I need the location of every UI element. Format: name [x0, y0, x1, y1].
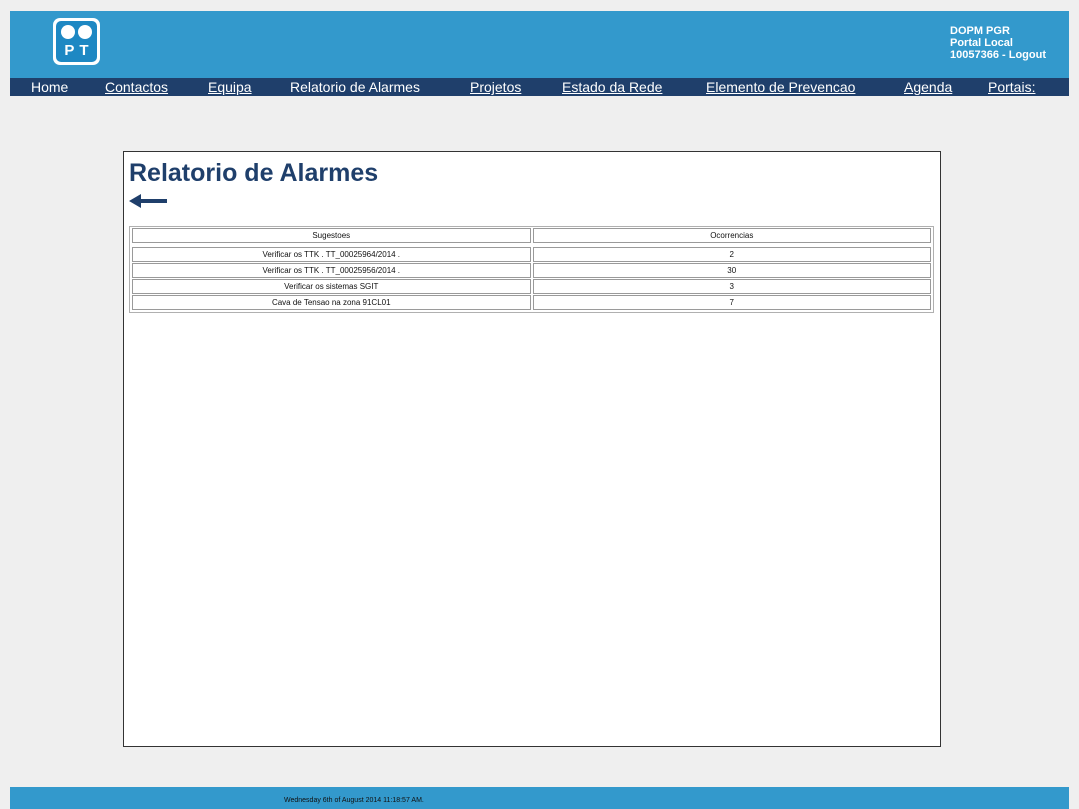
logout-link[interactable]: Logout [1009, 49, 1046, 61]
footer-datetime: Wednesday 6th of August 2014 11:18:57 AM… [284, 797, 424, 804]
nav-elemento-prevencao[interactable]: Elemento de Prevencao [706, 78, 855, 96]
nav-portais[interactable]: Portais: [988, 78, 1035, 96]
nav-estado-rede[interactable]: Estado da Rede [562, 78, 662, 96]
nav-contactos[interactable]: Contactos [105, 78, 168, 96]
cell-ocorrencias: 3 [532, 279, 931, 294]
user-dept: DOPM PGR [950, 25, 1010, 37]
table-row: Verificar os sistemas SGIT 3 [131, 279, 932, 294]
logo-text: PT [64, 42, 94, 59]
cell-sugestao: Cava de Tensao na zona 91CL01 [132, 295, 531, 310]
user-id: 10057366 [950, 49, 999, 61]
nav-projetos[interactable]: Projetos [470, 78, 521, 96]
user-info: DOPM PGR Portal Local 10057366 - Logout [950, 25, 1046, 61]
alarms-table: Sugestoes Ocorrencias Verificar os TTK .… [129, 226, 934, 313]
user-separator: - [998, 49, 1009, 61]
logo-dot-right [78, 25, 92, 39]
cell-sugestao: Verificar os TTK . TT_00025956/2014 . [132, 263, 531, 278]
table-header-row: Sugestoes Ocorrencias [131, 228, 932, 243]
cell-sugestao: Verificar os sistemas SGIT [132, 279, 531, 294]
header-sugestoes: Sugestoes [132, 228, 531, 243]
header-ocorrencias: Ocorrencias [532, 228, 931, 243]
nav-agenda[interactable]: Agenda [904, 78, 952, 96]
cell-ocorrencias: 2 [532, 247, 931, 262]
page-title: Relatorio de Alarmes [129, 159, 379, 187]
user-portal: Portal Local [950, 37, 1013, 49]
nav-equipa[interactable]: Equipa [208, 78, 252, 96]
cell-sugestao: Verificar os TTK . TT_00025964/2014 . [132, 247, 531, 262]
header-bar: PT DOPM PGR Portal Local 10057366 - Logo… [10, 11, 1069, 78]
nav-relatorio-alarmes[interactable]: Relatorio de Alarmes [290, 78, 420, 96]
footer-bar: Wednesday 6th of August 2014 11:18:57 AM… [10, 787, 1069, 809]
logo-badge: PT [56, 21, 97, 62]
nav-bar: Home Contactos Equipa Relatorio de Alarm… [10, 78, 1069, 96]
user-line: 10057366 - Logout [950, 49, 1046, 61]
table-row: Verificar os TTK . TT_00025964/2014 . 2 [131, 247, 932, 262]
table-row: Cava de Tensao na zona 91CL01 7 [131, 295, 932, 310]
cell-ocorrencias: 30 [532, 263, 931, 278]
arrow-left-icon[interactable] [129, 193, 167, 209]
pt-logo[interactable]: PT [53, 18, 100, 65]
nav-home[interactable]: Home [31, 78, 68, 96]
report-panel: Relatorio de Alarmes Sugestoes Ocorrenci… [123, 151, 941, 747]
logo-dot-left [61, 25, 75, 39]
cell-ocorrencias: 7 [532, 295, 931, 310]
table-row: Verificar os TTK . TT_00025956/2014 . 30 [131, 263, 932, 278]
